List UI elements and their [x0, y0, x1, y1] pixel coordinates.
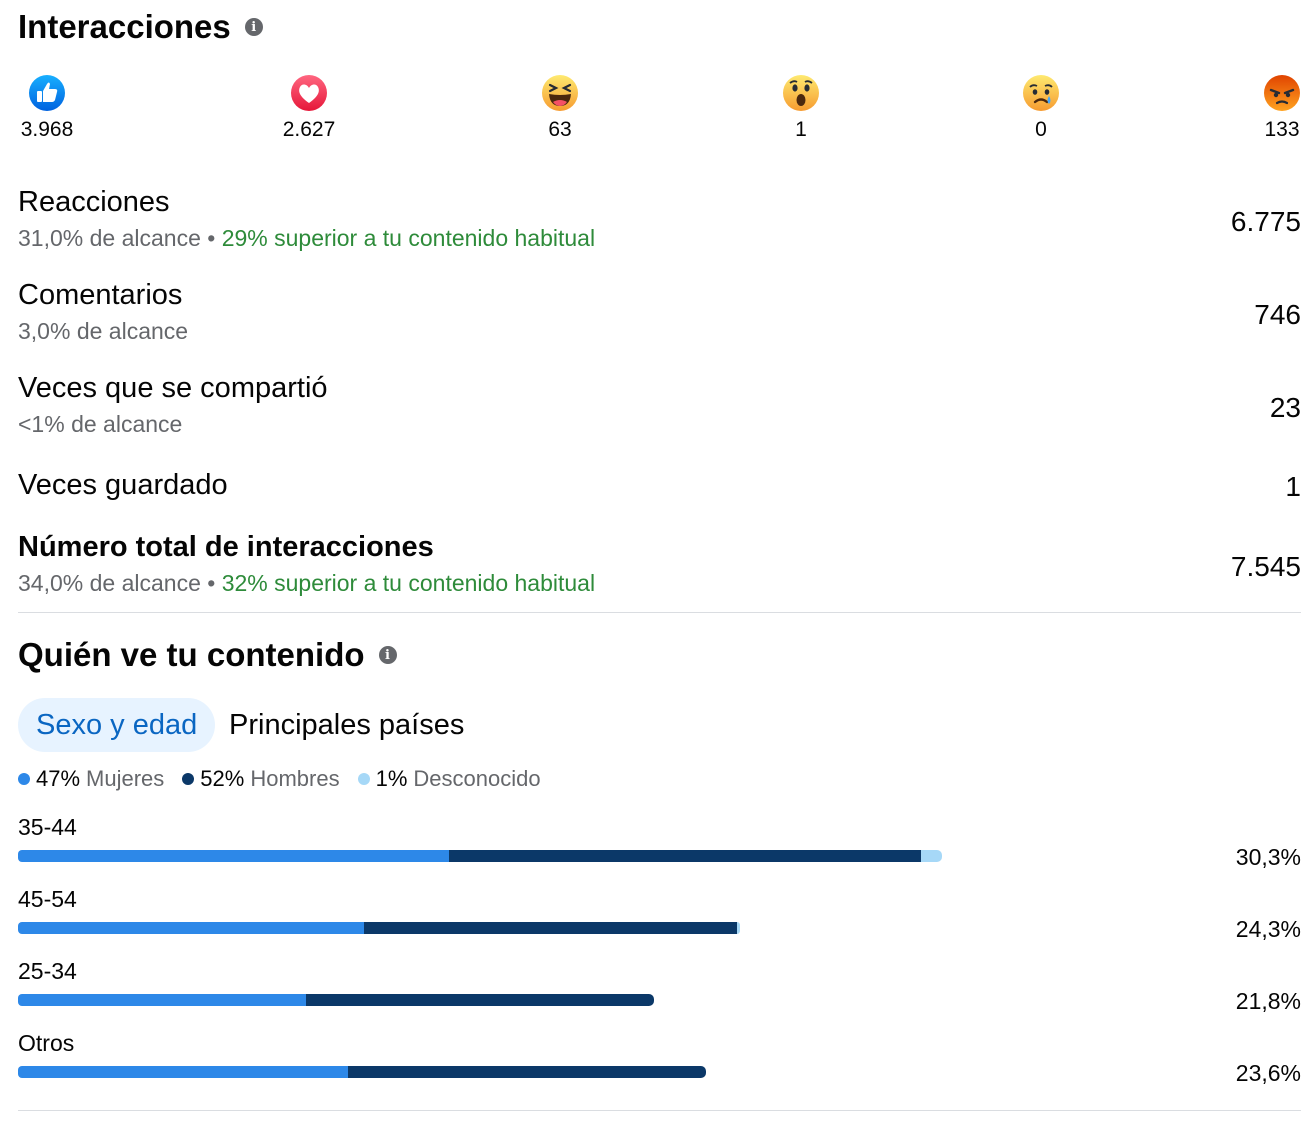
- metric-value: 6.775: [1230, 206, 1301, 237]
- metric-value: 7.545: [1230, 551, 1301, 582]
- bar-segment-women: [18, 850, 450, 862]
- age-bar: [18, 922, 741, 934]
- metric-name: Número total de interacciones: [18, 531, 434, 563]
- sad-icon: [1023, 75, 1059, 111]
- metric-subtext: 3,0% de alcance: [18, 318, 1301, 345]
- bar-segment-women: [18, 1066, 349, 1078]
- reaction-count-sad: 0: [1035, 118, 1047, 141]
- metric-value: 746: [1254, 299, 1301, 330]
- reaction-like[interactable]: 3.968: [7, 74, 87, 142]
- metric-subtext: <1% de alcance: [18, 411, 1301, 438]
- age-label: 35-44: [18, 814, 77, 840]
- bar-segment-unknown: [920, 850, 943, 862]
- metric-name: Comentarios: [18, 279, 183, 311]
- audience-title-row: Quién ve tu contenido i: [18, 636, 397, 674]
- reaction-love[interactable]: 2.627: [269, 74, 349, 142]
- age-label: Otros: [18, 1030, 75, 1056]
- metric-reach: 31,0% de alcance: [18, 225, 201, 251]
- metric-reach: 34,0% de alcance: [18, 570, 201, 596]
- age-pct: 30,3%: [1235, 844, 1301, 870]
- bar-segment-men: [449, 850, 921, 862]
- metric-separator: •: [207, 225, 216, 251]
- age-bar: [18, 850, 943, 862]
- metric-reach: 3,0% de alcance: [18, 318, 189, 344]
- age-bar: [18, 994, 655, 1006]
- section-divider: [18, 612, 1301, 613]
- bar-segment-men: [363, 922, 738, 934]
- metric-separator: •: [207, 570, 216, 596]
- bar-segment-men: [305, 994, 655, 1006]
- bar-segment-women: [18, 994, 306, 1006]
- interactions-title: Interacciones: [18, 8, 231, 45]
- age-bar: [18, 1066, 707, 1078]
- legend-label: Mujeres: [86, 766, 165, 791]
- age-pct: 24,3%: [1235, 916, 1301, 942]
- age-pct: 21,8%: [1235, 988, 1301, 1014]
- metric-row-comments[interactable]: Comentarios 3,0% de alcance 746: [18, 279, 1301, 345]
- legend-item-unknown: 1% Desconocido: [357, 766, 541, 792]
- legend-item-women: 47% Mujeres: [18, 766, 164, 792]
- reaction-count-love: 2.627: [282, 118, 336, 141]
- audience-title: Quién ve tu contenido: [18, 636, 365, 673]
- reaction-haha[interactable]: 63: [520, 74, 600, 142]
- metric-comparison: 32% superior a tu contenido habitual: [221, 570, 596, 596]
- wow-icon: [783, 75, 819, 111]
- reaction-angry[interactable]: 133: [1242, 74, 1313, 142]
- legend-pct: 52%: [200, 766, 245, 791]
- reaction-count-angry: 133: [1264, 118, 1300, 141]
- age-row-45-54[interactable]: 45-54 24,3%: [18, 886, 1301, 956]
- legend-item-men: 52% Hombres: [182, 766, 340, 792]
- legend-dot: [182, 773, 195, 785]
- haha-icon: [542, 75, 578, 111]
- age-label: 45-54: [18, 886, 77, 912]
- bar-segment-men: [348, 1066, 707, 1078]
- legend-dot: [18, 773, 30, 785]
- reaction-count-like: 3.968: [20, 118, 74, 141]
- metric-row-total[interactable]: Número total de interacciones 34,0% de a…: [18, 531, 1301, 597]
- bar-segment-women: [18, 922, 364, 934]
- legend-pct: 47%: [36, 766, 81, 791]
- tab-gender-age[interactable]: Sexo y edad: [18, 698, 216, 752]
- tab-top-countries[interactable]: Principales países: [229, 698, 464, 752]
- reaction-count-wow: 1: [795, 118, 807, 141]
- gender-legend: 47% Mujeres 52% Hombres 1% Desconocido: [18, 766, 559, 792]
- like-icon: [29, 75, 65, 111]
- metric-row-shares[interactable]: Veces que se compartió <1% de alcance 23: [18, 372, 1301, 438]
- age-row-25-34[interactable]: 25-34 21,8%: [18, 958, 1301, 1028]
- legend-dot: [357, 773, 370, 785]
- interactions-title-row: Interacciones i: [18, 8, 263, 46]
- metric-name: Reacciones: [18, 186, 170, 218]
- reaction-wow[interactable]: 1: [761, 74, 841, 142]
- age-label: 25-34: [18, 958, 77, 984]
- reaction-count-haha: 63: [548, 118, 572, 141]
- metric-subtext: 34,0% de alcance • 32% superior a tu con…: [18, 570, 1301, 597]
- bar-segment-unknown: [737, 922, 741, 934]
- legend-label: Desconocido: [413, 766, 541, 791]
- legend-pct: 1%: [375, 766, 408, 791]
- age-row-otros[interactable]: Otros 23,6%: [18, 1030, 1301, 1100]
- metric-value: 1: [1285, 471, 1301, 502]
- legend-label: Hombres: [250, 766, 340, 791]
- metric-name: Veces guardado: [18, 469, 228, 501]
- metric-subtext: 31,0% de alcance • 29% superior a tu con…: [18, 225, 1301, 252]
- angry-icon: [1264, 75, 1300, 111]
- metric-value: 23: [1269, 392, 1301, 423]
- love-icon: [291, 75, 327, 111]
- section-divider: [18, 1110, 1301, 1111]
- metric-row-saves[interactable]: Veces guardado 1: [18, 469, 1301, 502]
- metric-reach: <1% de alcance: [18, 411, 183, 437]
- metric-name: Veces que se compartió: [18, 372, 328, 404]
- reaction-sad[interactable]: 0: [1001, 74, 1081, 142]
- age-row-35-44[interactable]: 35-44 30,3%: [18, 814, 1301, 884]
- info-icon[interactable]: i: [378, 646, 397, 664]
- info-icon[interactable]: i: [244, 18, 263, 36]
- metric-row-reactions[interactable]: Reacciones 31,0% de alcance • 29% superi…: [18, 186, 1301, 252]
- age-pct: 23,6%: [1235, 1060, 1301, 1086]
- metric-comparison: 29% superior a tu contenido habitual: [221, 225, 596, 251]
